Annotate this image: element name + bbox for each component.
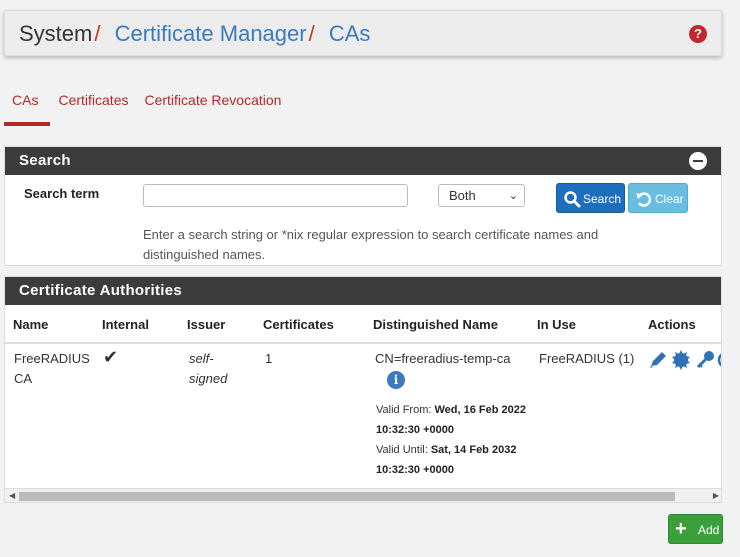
tab-certificates[interactable]: Certificates [50, 86, 136, 126]
header-divider [5, 342, 721, 344]
breadcrumb-separator: / [94, 21, 101, 46]
key-icon[interactable] [696, 351, 714, 369]
search-panel: Search Search term Both ⌄ Search Clear E… [4, 146, 722, 266]
breadcrumb-root: System [19, 21, 93, 46]
breadcrumb-certificate-manager[interactable]: Certificate Manager [115, 21, 307, 46]
tab-cas[interactable]: CAs [4, 86, 51, 126]
question-circle-icon[interactable]: ? [689, 25, 707, 43]
valid-from: Valid From: Wed, 16 Feb 2022 10:32:30 +0… [376, 404, 526, 436]
reload-icon[interactable] [717, 353, 722, 367]
search-icon [564, 191, 581, 208]
clear-button[interactable]: Clear [628, 183, 688, 213]
action-icons [650, 350, 722, 370]
internal-check-icon: ✔ [103, 347, 119, 367]
ca-panel-title: Certificate Authorities [5, 277, 721, 305]
column-header-name[interactable]: Name [13, 317, 48, 332]
breadcrumb: System/ Certificate Manager/ CAs [19, 21, 370, 47]
column-header-distinguished-name[interactable]: Distinguished Name [373, 317, 498, 332]
breadcrumb-cas[interactable]: CAs [329, 21, 371, 46]
scroll-right-icon[interactable]: ▶ [713, 491, 719, 500]
ca-name: FreeRADIUS CA [14, 351, 90, 386]
ca-issuer: self-signed [189, 351, 228, 386]
breadcrumb-bar: System/ Certificate Manager/ CAs ? [4, 10, 722, 56]
pencil-icon[interactable] [650, 352, 666, 368]
tab-bar: CAs Certificates Certificate Revocation [4, 86, 289, 126]
scrollbar-thumb[interactable] [19, 492, 675, 501]
chevron-down-icon: ⌄ [508, 190, 518, 202]
ca-distinguished-name: CN=freeradius-temp-ca [375, 351, 511, 366]
plus-icon: + [675, 518, 687, 540]
ca-certificate-count: 1 [265, 351, 273, 366]
search-panel-title: Search [5, 147, 721, 175]
certificate-icon[interactable] [672, 350, 690, 370]
valid-until: Valid Until: Sat, 14 Feb 2032 10:32:30 +… [376, 444, 517, 476]
search-term-label: Search term [24, 186, 100, 201]
search-input[interactable] [143, 184, 408, 207]
search-scope-value: Both [449, 188, 476, 203]
tab-certificate-revocation[interactable]: Certificate Revocation [136, 86, 289, 126]
undo-icon [636, 192, 651, 207]
search-scope-select[interactable]: Both ⌄ [438, 184, 525, 207]
search-button[interactable]: Search [556, 183, 625, 213]
ca-in-use: FreeRADIUS (1) [539, 351, 635, 366]
column-header-internal[interactable]: Internal [102, 317, 149, 332]
add-button[interactable]: + Add [668, 514, 723, 544]
column-header-actions: Actions [648, 317, 696, 332]
minus-circle-icon[interactable] [689, 152, 707, 170]
horizontal-scrollbar[interactable]: ◀ ▶ [5, 488, 721, 502]
column-header-in-use[interactable]: In Use [537, 317, 576, 332]
breadcrumb-separator: / [308, 21, 315, 46]
column-header-certificates[interactable]: Certificates [263, 317, 334, 332]
search-help-text: Enter a search string or *nix regular ex… [143, 227, 599, 262]
column-header-issuer[interactable]: Issuer [187, 317, 225, 332]
info-icon[interactable]: i [387, 371, 405, 389]
ca-panel: Certificate Authorities Name Internal Is… [4, 276, 722, 503]
scroll-left-icon[interactable]: ◀ [9, 491, 15, 500]
